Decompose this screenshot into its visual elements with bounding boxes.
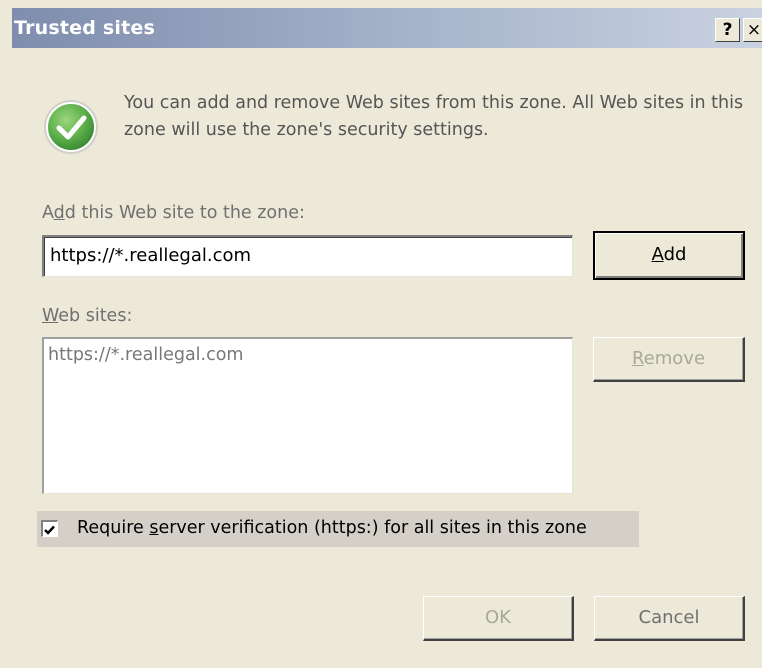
title-bar[interactable]: Trusted sites ? ×: [12, 8, 762, 48]
server-verification-checkbox[interactable]: [41, 520, 58, 537]
close-button[interactable]: ×: [743, 18, 762, 42]
dialog-title: Trusted sites: [14, 17, 155, 39]
checkmark-icon: [44, 525, 55, 535]
websites-label: Web sites:: [42, 306, 133, 326]
zone-info-text: You can add and remove Web sites from th…: [124, 93, 744, 140]
websites-list[interactable]: https://*.reallegal.com: [42, 337, 573, 494]
trusted-sites-dialog: Trusted sites ? × You can add and remove…: [0, 0, 762, 668]
remove-button[interactable]: Remove: [593, 337, 745, 382]
help-button[interactable]: ?: [715, 18, 740, 42]
help-icon: ?: [722, 20, 733, 40]
add-site-label: Add this Web site to the zone:: [42, 203, 305, 223]
server-verification-label[interactable]: Require server verification (https:) for…: [77, 518, 587, 538]
list-item[interactable]: https://*.reallegal.com: [48, 343, 572, 367]
server-verification-row[interactable]: Require server verification (https:) for…: [37, 511, 639, 547]
ok-button[interactable]: OK: [423, 596, 574, 641]
cancel-button[interactable]: Cancel: [594, 596, 745, 641]
add-site-input[interactable]: https://*.reallegal.com: [42, 235, 573, 277]
green-checkmark-icon: [44, 100, 98, 154]
close-icon: ×: [746, 20, 762, 40]
add-button[interactable]: Add: [593, 231, 745, 280]
